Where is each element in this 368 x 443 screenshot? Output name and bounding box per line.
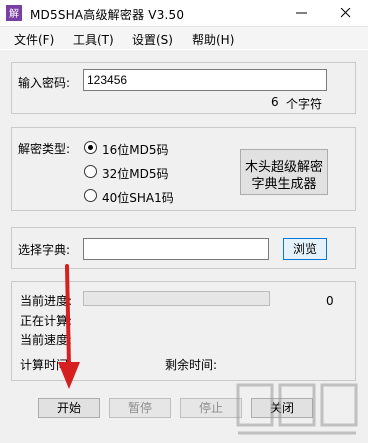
app-icon: 解 [6, 5, 22, 21]
watermark-logo-icon [236, 383, 358, 435]
radio-sha1-40[interactable] [84, 189, 97, 202]
option-md5-32-label: 32位MD5码 [102, 167, 169, 181]
menu-settings[interactable]: 设置(S) [132, 31, 173, 48]
progress-bar [83, 291, 270, 306]
pause-button[interactable]: 暂停 [109, 398, 171, 418]
red-arrow-icon [58, 264, 80, 389]
password-label: 输入密码: [18, 76, 71, 90]
option-md5-16-label: 16位MD5码 [102, 143, 169, 157]
radio-md5-16[interactable] [84, 141, 97, 154]
dict-generator-button[interactable]: 木头超级解密 字典生成器 [240, 149, 328, 195]
radio-selected-dot [88, 145, 93, 150]
decrypt-type-label: 解密类型: [18, 142, 71, 156]
char-count: 6 [271, 95, 279, 109]
svg-text:解: 解 [9, 7, 19, 20]
menu-file[interactable]: 文件(F) [14, 31, 54, 48]
menu-bar: 文件(F) 工具(T) 设置(S) 帮助(H) [0, 27, 368, 49]
title-bar: 解 MD5SHA高级解密器 V3.50 [0, 0, 368, 27]
browse-button[interactable]: 浏览 [283, 238, 327, 260]
progress-value: 0 [326, 294, 334, 308]
menu-tools[interactable]: 工具(T) [73, 31, 114, 48]
window-title: MD5SHA高级解密器 V3.50 [30, 8, 185, 22]
option-sha1-40-label: 40位SHA1码 [102, 191, 174, 205]
dictionary-input[interactable] [83, 238, 269, 260]
radio-md5-32[interactable] [84, 165, 97, 178]
char-count-unit: 个字符 [286, 97, 323, 111]
start-button[interactable]: 开始 [38, 398, 100, 418]
dictionary-label: 选择字典: [18, 243, 71, 257]
minimize-icon [296, 12, 307, 14]
close-icon [340, 8, 351, 18]
password-input[interactable]: 123456 [83, 69, 327, 91]
menu-help[interactable]: 帮助(H) [192, 31, 234, 48]
dict-generator-line2: 字典生成器 [251, 177, 317, 192]
close-window-button[interactable] [324, 0, 368, 26]
minimize-button[interactable] [280, 0, 324, 26]
remaining-time-label: 剩余时间: [165, 358, 218, 372]
